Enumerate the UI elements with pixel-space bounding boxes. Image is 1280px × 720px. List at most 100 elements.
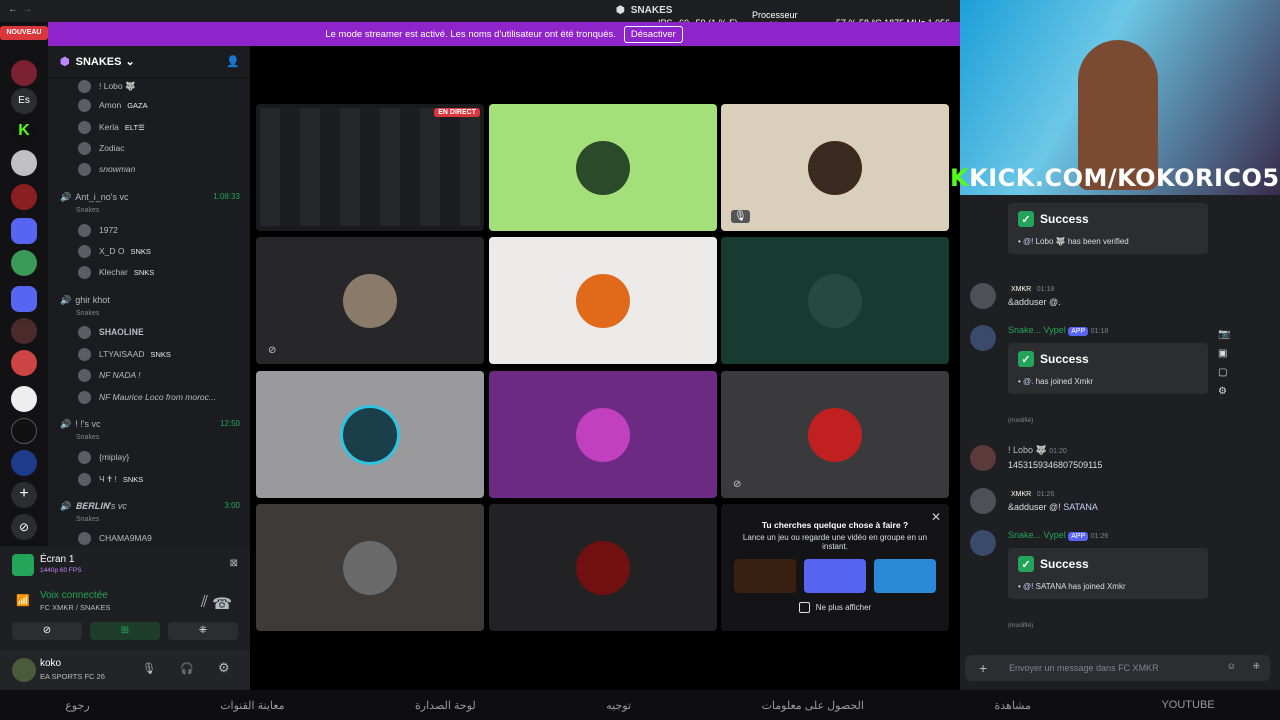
avatar <box>808 140 862 195</box>
shared-screen-preview <box>260 108 480 226</box>
server-icon[interactable] <box>11 450 37 476</box>
disable-streamer-button[interactable]: Désactiver <box>623 25 683 43</box>
folder-icon[interactable] <box>11 218 37 244</box>
voice-member[interactable]: Kerla ELT☰ <box>48 117 250 137</box>
speaker-icon: 🔊 <box>60 192 72 202</box>
participant-tile[interactable] <box>256 371 484 498</box>
message-input[interactable]: + Envoyer un message dans FC XMKR ☺ ⁜ <box>965 655 1270 681</box>
participant-tile[interactable] <box>489 237 717 364</box>
voice-member[interactable]: 𝐒𝐇𝐀𝐎𝐋𝐈𝐍𝐄 <box>48 322 250 342</box>
avatar <box>78 79 91 93</box>
voice-member[interactable]: ! Lobo 🐺 <box>48 76 250 96</box>
server-icon[interactable] <box>11 60 37 86</box>
checkbox[interactable] <box>798 602 810 613</box>
voice-channel[interactable]: 🔊! !'s vc 12:50 Snakes <box>60 419 240 441</box>
screen-share-button[interactable]: ⊞ <box>90 622 160 640</box>
voice-member[interactable]: Ч 🕇 ! SNKS <box>48 469 250 489</box>
voice-channel[interactable]: 🔊 𝐁𝐄𝐑𝐋𝐈𝐍's vc 3:00 Snakes <box>60 501 240 523</box>
server-icon[interactable]: K <box>11 118 37 144</box>
avatar <box>78 265 91 279</box>
camera-off-button[interactable]: ⊘ <box>12 622 82 640</box>
voice-member[interactable]: NF NADA ! <box>48 365 250 385</box>
close-icon[interactable]: ✕ <box>931 510 941 524</box>
avatar <box>808 407 862 462</box>
avatar <box>78 98 91 112</box>
avatar <box>970 325 996 351</box>
avatar <box>970 488 996 514</box>
dont-show-again[interactable]: Ne plus afficher <box>798 602 871 613</box>
server-icon[interactable] <box>11 350 37 376</box>
window-icon[interactable]: ▢ <box>1218 367 1230 378</box>
streamer-mode-banner: Le mode streamer est activé. Les noms d'… <box>48 22 960 46</box>
microphone-icon[interactable]: 🎙 <box>142 662 156 675</box>
participant-tile[interactable]: 🎙 <box>721 104 949 231</box>
voice-member[interactable]: snowman <box>48 159 250 179</box>
embed-success: ✓ Success • @! Lobo 🐺 has been verified <box>1008 203 1208 254</box>
avatar <box>78 450 91 464</box>
voice-member[interactable]: Amon GAZA <box>48 95 250 115</box>
disconnect-icon[interactable]: ☎ <box>212 594 232 614</box>
screen-share-tile[interactable]: EN DIRECT <box>256 104 484 231</box>
participant-tile[interactable] <box>256 504 484 631</box>
voice-member[interactable]: X_D O SNKS <box>48 241 250 261</box>
server-header[interactable]: ⬢ SNAKES ⌄ 👤 <box>48 46 250 78</box>
voice-member[interactable]: NF Maurice Loco from moroc... <box>48 387 250 407</box>
participant-tile[interactable]: ⊘ <box>721 371 949 498</box>
emoji-icon[interactable]: ☺ <box>1227 661 1236 671</box>
video-icon[interactable]: ▣ <box>1218 348 1230 359</box>
avatar[interactable] <box>12 658 36 682</box>
activities-button[interactable]: ⁜ <box>168 622 238 640</box>
server-icon[interactable]: Es <box>11 88 37 114</box>
participant-tile[interactable] <box>489 504 717 631</box>
screen-share-status[interactable]: Écran 1 1440p 60 FPS ⊠ <box>12 554 238 576</box>
activity-card[interactable] <box>874 559 936 593</box>
server-icon[interactable] <box>11 250 37 276</box>
server-icon[interactable] <box>11 150 37 176</box>
activity-card[interactable] <box>804 559 866 593</box>
server-icon[interactable] <box>11 318 37 344</box>
participant-tile[interactable] <box>489 371 717 498</box>
checkmark-icon: ✓ <box>1018 556 1034 572</box>
embed-success: ✓ Success • @. has joined Xmkr <box>1008 343 1208 394</box>
activity-card[interactable] <box>734 559 796 593</box>
plus-icon[interactable]: + <box>979 660 987 676</box>
activity-promo: ✕ Tu cherches quelque chose à faire ? La… <box>721 504 949 631</box>
avatar <box>78 368 91 382</box>
participant-tile[interactable] <box>489 104 717 231</box>
title-bar: ← → ⬢ SNAKES <box>0 0 960 22</box>
voice-member[interactable]: LTYAISAAD SNKS <box>48 344 250 364</box>
chat-panel: ✓ Success • @! Lobo 🐺 has been verified X… <box>960 195 1280 690</box>
server-icon[interactable] <box>11 184 37 210</box>
server-icon[interactable] <box>11 418 37 444</box>
avatar <box>808 273 862 328</box>
stop-stream-icon[interactable]: ⊠ <box>230 558 238 569</box>
voice-member[interactable]: CHAMA9MA9 <box>48 528 250 548</box>
headphones-icon[interactable]: 🎧 <box>180 662 194 675</box>
speaker-icon: 🔊 <box>60 419 72 429</box>
participant-tile[interactable] <box>721 237 949 364</box>
voice-channel[interactable]: 🔊 Ant_i_no's vc 1:08:33 Snakes <box>60 192 240 214</box>
forward-arrow-icon[interactable]: → <box>22 4 32 15</box>
avatar <box>970 283 996 309</box>
folder-icon[interactable] <box>11 286 37 312</box>
invite-icon[interactable]: 👤 <box>226 55 240 68</box>
voice-channel[interactable]: 🔊 ghir khot Snakes <box>60 295 240 317</box>
checkmark-icon: ✓ <box>1018 351 1034 367</box>
server-mini-icon: ⬢ <box>616 5 625 16</box>
back-arrow-icon[interactable]: ← <box>8 4 18 15</box>
camera-icon[interactable]: 📷 <box>1218 329 1230 340</box>
apps-icon[interactable]: ⁜ <box>1252 661 1260 672</box>
discover-icon[interactable]: ⊘ <box>11 514 37 540</box>
voice-member[interactable]: Klechar SNKS <box>48 262 250 282</box>
server-icon[interactable] <box>11 386 37 412</box>
account-bar: koko EA SPORTS FC 26 🎙 🎧 ⚙ <box>0 650 250 690</box>
noise-suppression-icon[interactable]: ⫽ <box>201 594 208 612</box>
gear-icon[interactable]: ⚙ <box>1218 386 1230 397</box>
voice-member[interactable]: 1972 <box>48 220 250 240</box>
voice-member[interactable]: Zodiac <box>48 138 250 158</box>
gear-icon[interactable]: ⚙ <box>218 660 230 676</box>
voice-member[interactable]: {miplay} <box>48 447 250 467</box>
avatar <box>78 472 91 486</box>
add-server-icon[interactable]: + <box>11 482 37 508</box>
participant-tile[interactable]: ⊘ <box>256 237 484 364</box>
